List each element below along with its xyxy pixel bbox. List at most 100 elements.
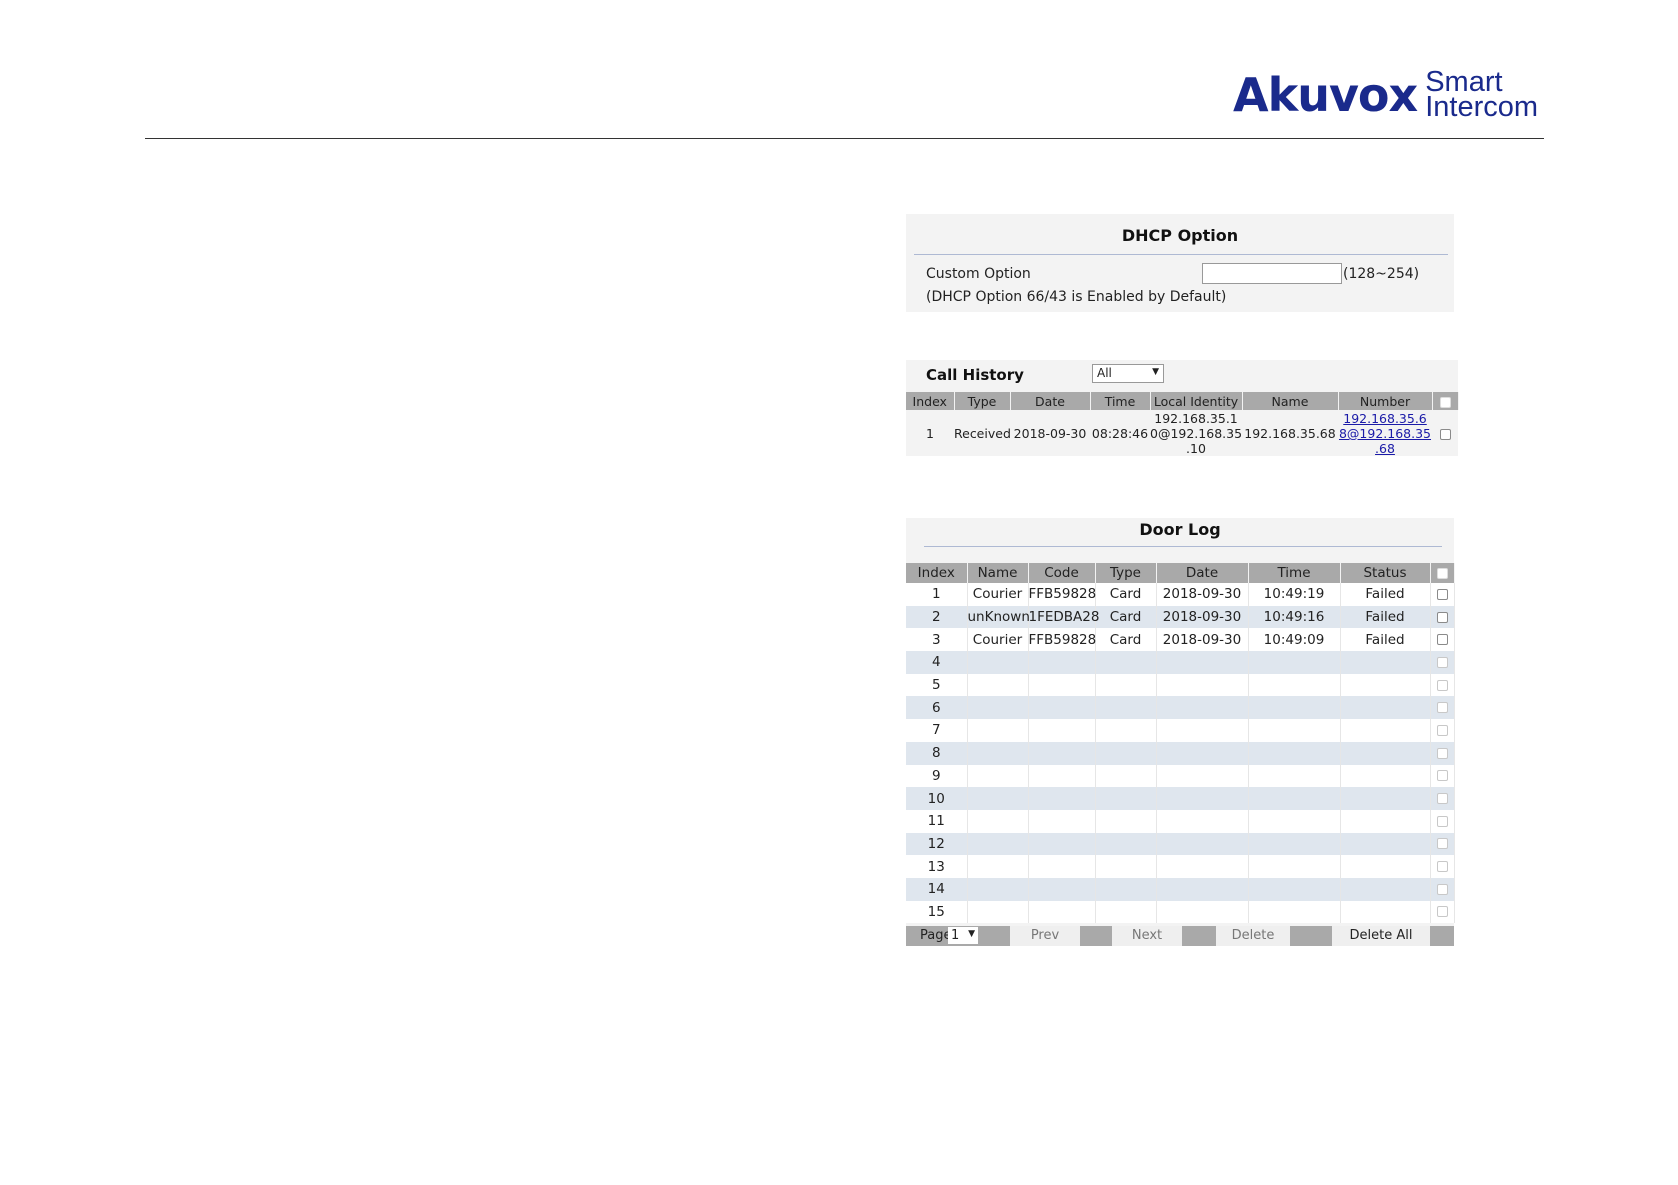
row-checkbox[interactable] xyxy=(1430,877,1455,901)
row-checkbox[interactable] xyxy=(1430,741,1455,765)
table-row: 6 xyxy=(906,696,1455,720)
cell-name xyxy=(967,696,1029,720)
dhcp-default-note: (DHCP Option 66/43 is Enabled by Default… xyxy=(926,289,1227,305)
cell-date xyxy=(1156,787,1249,810)
cell-index: 14 xyxy=(906,877,968,901)
custom-option-label: Custom Option xyxy=(926,266,1031,282)
table-row: 14 xyxy=(906,877,1455,901)
checkbox-icon xyxy=(1436,770,1448,782)
cell-time: 10:49:09 xyxy=(1248,628,1341,652)
column-header: Name xyxy=(967,563,1029,583)
cell-type xyxy=(1095,673,1157,697)
delete-all-button[interactable]: Delete All xyxy=(1332,926,1430,946)
door-log-pager: Page 1 ▼ Prev Next Delete Delete All xyxy=(906,926,1454,946)
cell-code xyxy=(1028,673,1096,697)
call-history-filter-select[interactable]: All ▼ xyxy=(1092,364,1164,383)
cell-type xyxy=(1095,900,1157,924)
cell-status: Failed xyxy=(1340,628,1431,652)
cell-index: 13 xyxy=(906,855,968,878)
select-all-checkbox[interactable] xyxy=(1432,392,1459,410)
cell-status xyxy=(1340,764,1431,788)
call-history-table: Index Type Date Time Local Identity Name… xyxy=(906,392,1459,457)
cell-type: Card xyxy=(1095,628,1157,652)
cell-code xyxy=(1028,787,1096,810)
table-row: 1 Courier FFB59828 Card 2018-09-30 10:49:19 Fa… xyxy=(906,583,1455,606)
checkbox-icon xyxy=(1436,883,1448,895)
cell-index: 12 xyxy=(906,832,968,856)
cell-type xyxy=(1095,741,1157,765)
row-checkbox[interactable] xyxy=(1430,809,1455,833)
cell-status xyxy=(1340,696,1431,720)
table-row: 15 xyxy=(906,900,1455,924)
door-log-title-divider xyxy=(924,546,1442,547)
table-row: 10 xyxy=(906,787,1455,810)
cell-date: 2018-09-30 xyxy=(1156,605,1249,629)
cell-name xyxy=(967,764,1029,788)
cell-type xyxy=(1095,787,1157,810)
triangle-down-icon: ▼ xyxy=(1152,367,1159,377)
row-checkbox[interactable] xyxy=(1430,673,1455,697)
cell-name xyxy=(967,832,1029,856)
cell-name xyxy=(967,877,1029,901)
cell-code xyxy=(1028,764,1096,788)
cell-index: 1 xyxy=(906,583,968,606)
row-checkbox[interactable] xyxy=(1430,628,1455,652)
call-history-header-row: Index Type Date Time Local Identity Name… xyxy=(906,392,1459,410)
cell-type xyxy=(1095,809,1157,833)
cell-code: FFB59828 xyxy=(1028,628,1096,652)
cell-type xyxy=(1095,764,1157,788)
number-line[interactable]: 192.168.35.6 xyxy=(1338,411,1432,426)
cell-type: Card xyxy=(1095,605,1157,629)
cell-date xyxy=(1156,673,1249,697)
custom-option-input[interactable] xyxy=(1202,263,1342,284)
column-header: Number xyxy=(1338,392,1433,410)
row-checkbox[interactable] xyxy=(1430,900,1455,924)
row-checkbox[interactable] xyxy=(1432,410,1458,457)
cell-number-link[interactable]: 192.168.35.6 8@192.168.35 .68 xyxy=(1338,410,1432,457)
row-checkbox[interactable] xyxy=(1430,583,1455,606)
prev-button[interactable]: Prev xyxy=(1010,926,1080,946)
checkbox-icon xyxy=(1436,838,1448,850)
row-checkbox[interactable] xyxy=(1430,832,1455,856)
cell-name xyxy=(967,787,1029,810)
cell-name: Courier xyxy=(967,628,1029,652)
cell-type xyxy=(1095,651,1157,674)
delete-button[interactable]: Delete xyxy=(1216,926,1290,946)
cell-status xyxy=(1340,787,1431,810)
page-select-value: 1 xyxy=(951,928,960,943)
row-checkbox[interactable] xyxy=(1430,855,1455,878)
akuvox-logo: Akuvox Smart Intercom xyxy=(1233,60,1538,122)
cell-index: 9 xyxy=(906,764,968,788)
logo-wordmark: Akuvox xyxy=(1233,68,1418,122)
number-line[interactable]: 8@192.168.35 xyxy=(1338,426,1432,441)
row-checkbox[interactable] xyxy=(1430,651,1455,674)
row-checkbox[interactable] xyxy=(1430,719,1455,742)
cell-status xyxy=(1340,673,1431,697)
row-checkbox[interactable] xyxy=(1430,696,1455,720)
page-select[interactable]: 1 ▼ xyxy=(948,927,978,944)
row-checkbox[interactable] xyxy=(1430,605,1455,629)
cell-code: FFB59828 xyxy=(1028,583,1096,606)
checkbox-icon xyxy=(1436,656,1448,668)
select-all-checkbox[interactable] xyxy=(1430,563,1455,583)
cell-date xyxy=(1156,900,1249,924)
table-row: 8 xyxy=(906,741,1455,765)
row-checkbox[interactable] xyxy=(1430,787,1455,810)
number-line[interactable]: .68 xyxy=(1338,441,1432,456)
cell-local-identity: 192.168.35.1 0@192.168.35 .10 xyxy=(1150,410,1242,457)
column-header: Index xyxy=(906,392,955,410)
table-row: 1 Received 2018-09-30 08:28:46 192.168.3… xyxy=(906,410,1458,457)
cell-status xyxy=(1340,651,1431,674)
cell-time xyxy=(1248,809,1341,833)
cell-type xyxy=(1095,696,1157,720)
cell-type xyxy=(1095,719,1157,742)
cell-index: 1 xyxy=(926,426,934,441)
cell-time xyxy=(1248,787,1341,810)
checkbox-icon xyxy=(1436,815,1448,827)
column-header: Time xyxy=(1090,392,1151,410)
next-button[interactable]: Next xyxy=(1112,926,1182,946)
cell-index: 3 xyxy=(906,628,968,652)
cell-status xyxy=(1340,832,1431,856)
column-header: Name xyxy=(1242,392,1339,410)
row-checkbox[interactable] xyxy=(1430,764,1455,788)
